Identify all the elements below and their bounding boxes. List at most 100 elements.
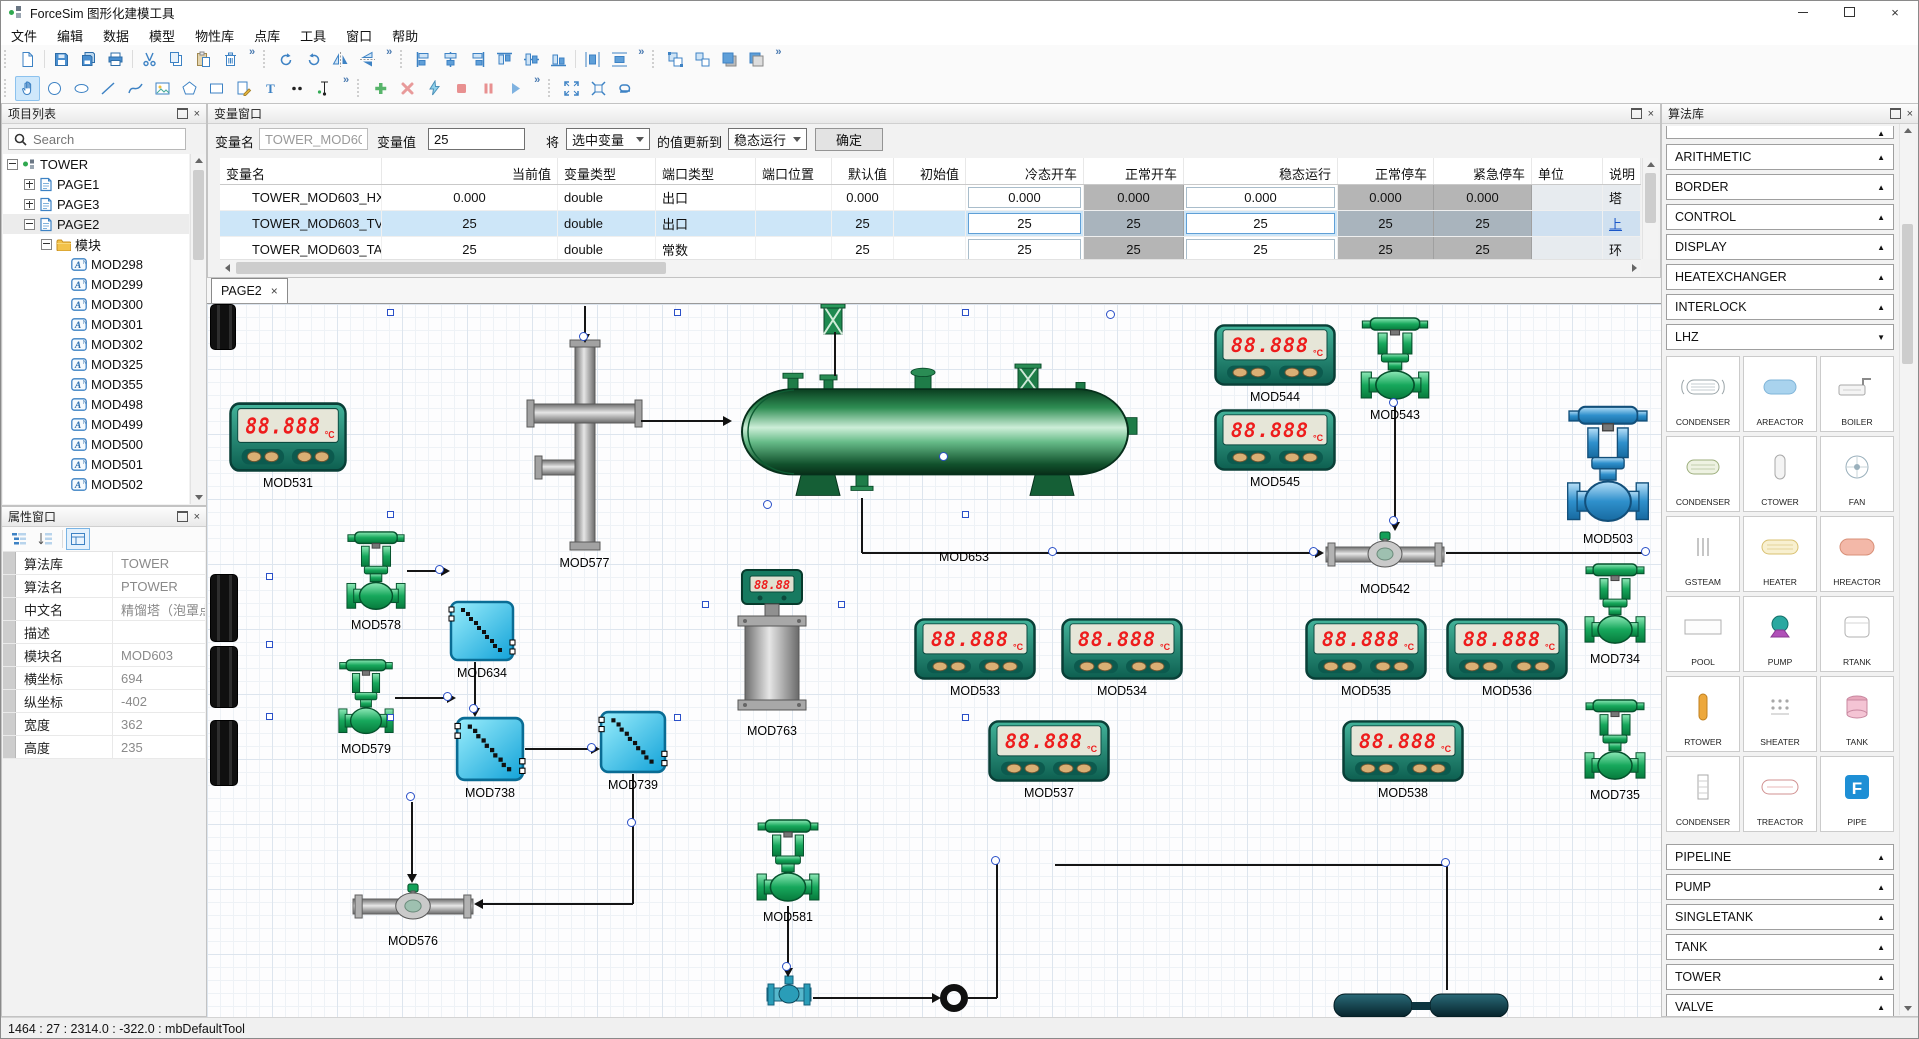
menu-item-1[interactable]: 编辑	[47, 23, 93, 45]
text-icon[interactable]: T	[258, 76, 283, 101]
tree-item-MOD501[interactable]: ANMOD501	[3, 454, 189, 474]
delete-icon[interactable]	[218, 47, 243, 72]
library-item-CTOWER[interactable]: CTOWER	[1743, 436, 1817, 512]
rotate-right-icon[interactable]	[301, 47, 326, 72]
library-group-HEATEXCHANGER[interactable]: HEATEXCHANGER▲	[1666, 264, 1894, 290]
line-icon[interactable]	[96, 76, 121, 101]
library-item-PUMP[interactable]: PUMP	[1743, 596, 1817, 672]
save-all-icon[interactable]	[76, 47, 101, 72]
align-middle-icon[interactable]	[519, 47, 544, 72]
minimize-icon[interactable]	[1780, 1, 1826, 23]
menu-item-4[interactable]: 物性库	[185, 23, 244, 45]
library-scrollbar[interactable]	[1899, 124, 1915, 1015]
dock-icon[interactable]	[1631, 108, 1642, 119]
property-row[interactable]: 高度235	[3, 736, 205, 759]
column-header[interactable]: 正常停车	[1338, 158, 1434, 184]
connection-port[interactable]	[469, 704, 478, 713]
column-header[interactable]: 单位	[1532, 158, 1603, 184]
module-MOD734[interactable]	[1583, 562, 1647, 648]
library-group-expanded[interactable]: LHZ▼	[1666, 324, 1894, 350]
connection-port[interactable]	[939, 452, 948, 461]
panel-close-icon[interactable]: ×	[194, 512, 200, 522]
column-header[interactable]: 说明	[1603, 158, 1641, 184]
connection-port[interactable]	[1309, 547, 1318, 556]
selection-handle[interactable]	[266, 573, 273, 580]
module-MOD535[interactable]: 88.888 °C	[1305, 618, 1427, 680]
confirm-button[interactable]: 确定	[815, 128, 883, 151]
dimension-icon[interactable]	[312, 76, 337, 101]
tree-item-MOD498[interactable]: ANMOD498	[3, 394, 189, 414]
module-MOD533[interactable]: 88.888 °C	[914, 618, 1036, 680]
library-item-RTANK[interactable]: RTANK	[1820, 596, 1894, 672]
module-darkbar[interactable]	[210, 304, 236, 350]
column-header[interactable]: 冷态开车	[966, 158, 1084, 184]
toolbar-overflow-icon[interactable]: »	[343, 73, 349, 86]
module-tealvalve[interactable]	[765, 976, 813, 1017]
zoom-sel-icon[interactable]	[586, 76, 611, 101]
selection-handle[interactable]	[838, 601, 845, 608]
column-header[interactable]: 正常开车	[1084, 158, 1184, 184]
menu-item-0[interactable]: 文件	[1, 23, 47, 45]
new-icon[interactable]	[15, 47, 40, 72]
search-input[interactable]	[31, 131, 185, 148]
library-item-PIPE[interactable]: FPIPE	[1820, 756, 1894, 832]
flip-v-icon[interactable]	[355, 47, 380, 72]
image-icon[interactable]	[150, 76, 175, 101]
tree-item-MOD499[interactable]: ANMOD499	[3, 414, 189, 434]
maximize-icon[interactable]	[1826, 1, 1872, 23]
toolbar-overflow-icon[interactable]: »	[534, 73, 540, 86]
module-MOD531[interactable]: 88.888 °C	[229, 402, 347, 472]
menu-item-2[interactable]: 数据	[93, 23, 139, 45]
stop-icon[interactable]	[449, 76, 474, 101]
align-top-icon[interactable]	[492, 47, 517, 72]
library-item-SHEATER[interactable]: SHEATER	[1743, 676, 1817, 752]
module-MOD536[interactable]: 88.888 °C	[1446, 618, 1568, 680]
rectangle-icon[interactable]	[204, 76, 229, 101]
connection-port[interactable]	[579, 332, 588, 341]
column-header[interactable]: 初始值	[894, 158, 966, 184]
column-header[interactable]: 紧急停车	[1434, 158, 1532, 184]
property-row[interactable]: 中文名精馏塔（泡罩点）	[3, 598, 205, 621]
library-group-BORDER[interactable]: BORDER▲	[1666, 174, 1894, 200]
property-row[interactable]: 宽度362	[3, 713, 205, 736]
pan-icon[interactable]	[15, 76, 40, 101]
module-MOD534[interactable]: 88.888 °C	[1061, 618, 1183, 680]
library-item-RTOWER[interactable]: RTOWER	[1666, 676, 1740, 752]
module-MOD503[interactable]	[1565, 404, 1651, 528]
module-MOD578[interactable]	[345, 530, 407, 614]
run-icon[interactable]	[503, 76, 528, 101]
connection-port[interactable]	[1641, 547, 1650, 556]
menu-item-8[interactable]: 帮助	[382, 23, 428, 45]
editable-cell[interactable]: 25	[966, 211, 1084, 236]
library-group-TANK[interactable]: TANK▲	[1666, 934, 1894, 960]
tree-scrollbar[interactable]	[190, 154, 206, 504]
tree-expander-icon[interactable]	[7, 159, 18, 170]
library-group-PUMP[interactable]: PUMP▲	[1666, 874, 1894, 900]
send-back-icon[interactable]	[744, 47, 769, 72]
toolbar-overflow-icon[interactable]: »	[386, 45, 392, 58]
module-MOD542[interactable]	[1324, 530, 1446, 578]
connection-port[interactable]	[1389, 516, 1398, 525]
add-icon[interactable]	[368, 76, 393, 101]
library-item-BOILER[interactable]: BOILER	[1820, 356, 1894, 432]
table-hscrollbar[interactable]	[220, 259, 1641, 276]
property-row[interactable]: 描述	[3, 621, 205, 644]
module-darkbar[interactable]	[210, 646, 238, 708]
tree-item-MOD300[interactable]: ANMOD300	[3, 294, 189, 314]
pause-icon[interactable]	[476, 76, 501, 101]
module-pump2[interactable]	[1333, 990, 1509, 1017]
selection-handle[interactable]	[387, 309, 394, 316]
library-item-FAN[interactable]: FAN	[1820, 436, 1894, 512]
tree-expander-icon[interactable]	[24, 179, 35, 190]
library-item-AREACTOR[interactable]: AREACTOR	[1743, 356, 1817, 432]
library-item-HREACTOR[interactable]: HREACTOR	[1820, 516, 1894, 592]
ungroup-icon[interactable]	[690, 47, 715, 72]
variable-value-input[interactable]	[428, 128, 525, 150]
column-header[interactable]: 变量类型	[558, 158, 656, 184]
module-MOD576[interactable]	[351, 882, 475, 930]
module-ring[interactable]	[940, 984, 968, 1012]
property-row[interactable]: 算法库TOWER	[3, 552, 205, 575]
editable-cell[interactable]: 25	[1184, 211, 1338, 236]
library-item-TANK[interactable]: TANK	[1820, 676, 1894, 752]
editable-cell[interactable]: 0.000	[966, 185, 1084, 210]
